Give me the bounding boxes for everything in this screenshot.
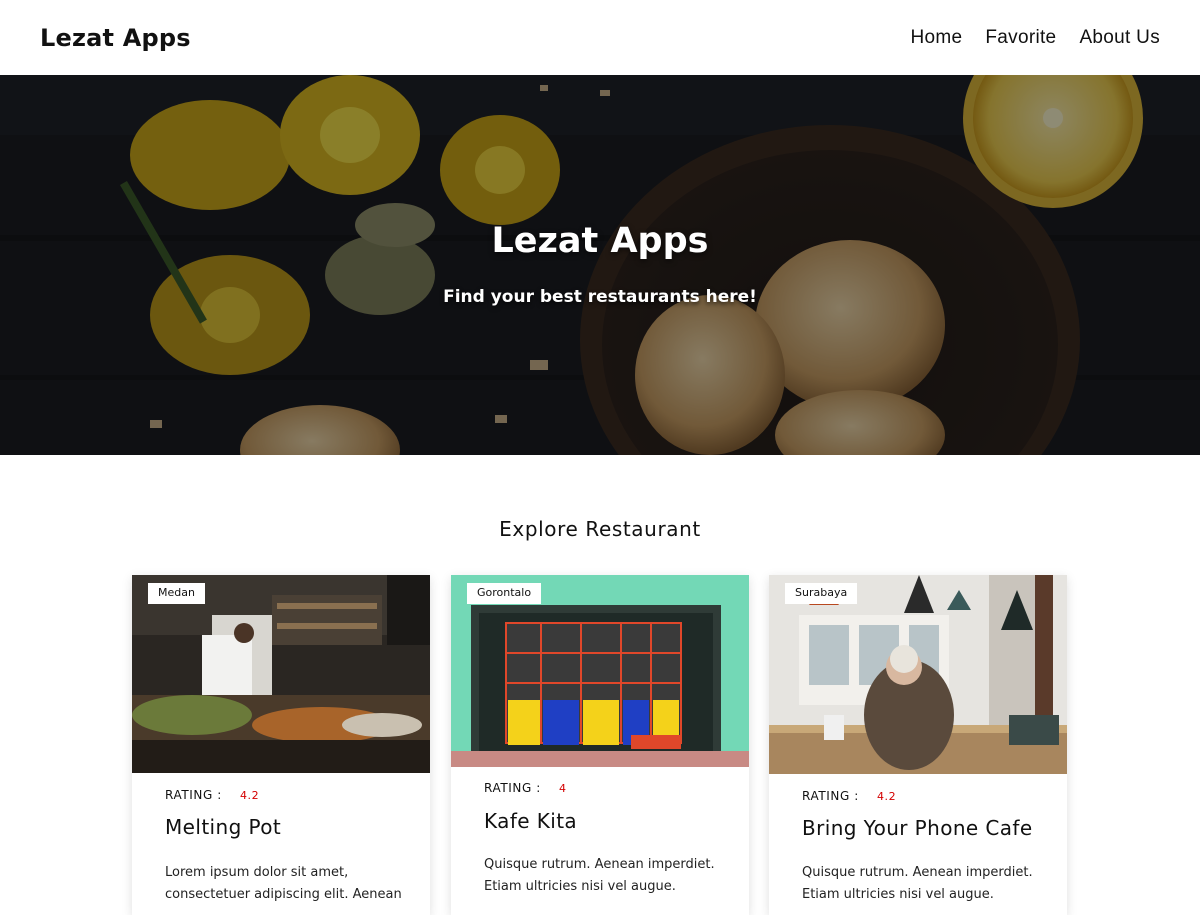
rating-row: RATING : 4.2 xyxy=(802,789,896,803)
explore-section-title: Explore Restaurant xyxy=(499,517,701,541)
restaurant-image xyxy=(132,575,430,773)
hero-subtitle: Find your best restaurants here! xyxy=(443,287,757,307)
rating-value: 4.2 xyxy=(239,789,260,802)
restaurant-name[interactable]: Kafe Kita xyxy=(484,809,577,833)
hero-title: Lezat Apps xyxy=(491,221,709,261)
restaurant-description: Lorem ipsum dolor sit amet, consectetuer… xyxy=(165,865,402,902)
city-badge: Gorontalo xyxy=(467,583,542,604)
nav-link-about-us[interactable]: About Us xyxy=(1079,27,1160,49)
app-navbar: Lezat Apps Home Favorite About Us xyxy=(0,0,1200,75)
nav-link-home[interactable]: Home xyxy=(911,27,963,49)
city-badge: Medan xyxy=(148,583,205,604)
restaurant-image xyxy=(769,575,1067,774)
city-badge: Surabaya xyxy=(785,583,858,604)
rating-value: 4.2 xyxy=(876,790,897,803)
main-nav: Home Favorite About Us xyxy=(911,27,1161,49)
rating-label: RATING : xyxy=(802,789,859,803)
rating-label: RATING : xyxy=(165,788,222,802)
hero-banner: Lezat Apps Find your best restaurants he… xyxy=(0,75,1200,455)
restaurant-card[interactable]: Surabaya RATING : 4.2 Bring Your Phone Ca… xyxy=(769,575,1067,915)
restaurant-name[interactable]: Melting Pot xyxy=(165,815,281,839)
restaurant-card[interactable]: Medan RATING : 4.2 Melting Pot Lorem ipsu… xyxy=(132,575,430,915)
hero-content: Lezat Apps Find your best restaurants he… xyxy=(0,75,1200,455)
rating-value: 4 xyxy=(558,782,567,795)
restaurant-card[interactable]: Gorontalo RATING : 4 Kafe Kita Quisque ru… xyxy=(451,575,749,915)
restaurant-description: Quisque rutrum. Aenean imperdiet. Etiam … xyxy=(802,865,1033,902)
rating-row: RATING : 4.2 xyxy=(165,788,259,802)
restaurant-description: Quisque rutrum. Aenean imperdiet. Etiam … xyxy=(484,857,715,894)
brand-logo[interactable]: Lezat Apps xyxy=(40,24,191,52)
restaurant-name[interactable]: Bring Your Phone Cafe xyxy=(802,816,1033,840)
rating-label: RATING : xyxy=(484,781,541,795)
rating-row: RATING : 4 xyxy=(484,781,567,795)
nav-link-favorite[interactable]: Favorite xyxy=(985,27,1056,49)
